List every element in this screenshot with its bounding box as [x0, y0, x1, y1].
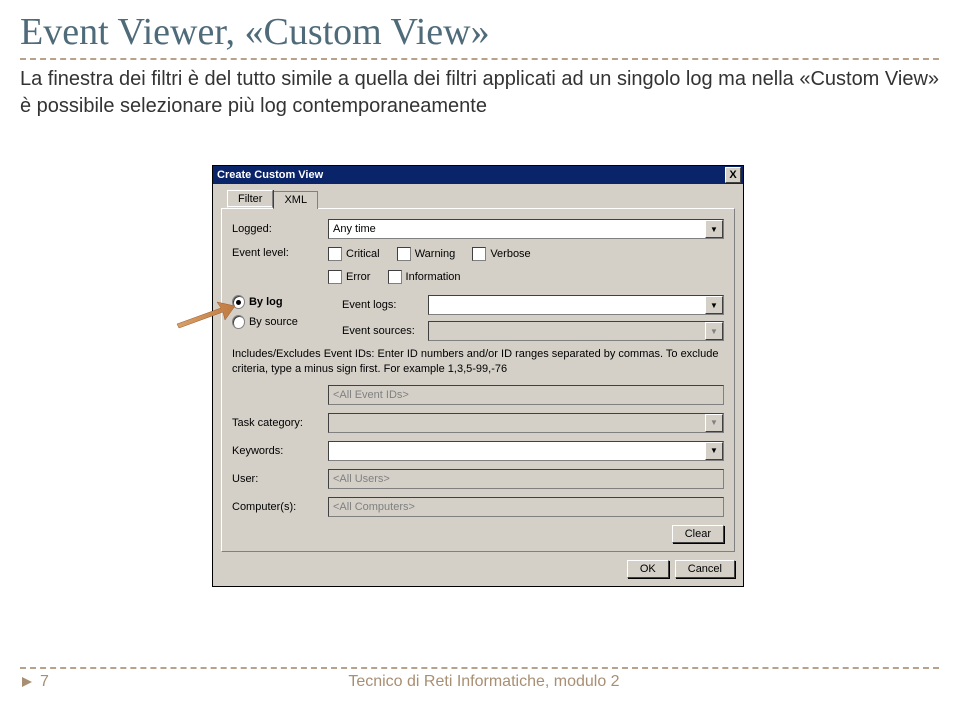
tab-filter[interactable]: Filter — [227, 190, 273, 208]
checkbox-icon — [328, 270, 342, 284]
event-ids-input[interactable]: <All Event IDs> — [328, 385, 724, 405]
computers-placeholder: <All Computers> — [333, 501, 415, 513]
by-source-label: By source — [249, 316, 322, 328]
footer-divider — [20, 667, 939, 669]
close-button[interactable]: X — [725, 167, 741, 183]
critical-checkbox-item[interactable]: Critical — [328, 247, 380, 261]
error-label: Error — [346, 271, 370, 283]
dialog-title: Create Custom View — [217, 169, 323, 181]
slide-description: La finestra dei filtri è del tutto simil… — [20, 66, 939, 120]
event-sources-label: Event sources: — [342, 325, 422, 337]
checkbox-icon — [472, 247, 486, 261]
dialog-titlebar[interactable]: Create Custom View X — [213, 166, 743, 184]
by-log-radio[interactable]: By log — [232, 295, 322, 309]
chevron-down-icon: ▼ — [705, 220, 723, 238]
event-level-label: Event level: — [232, 247, 322, 259]
warning-label: Warning — [415, 248, 456, 260]
chevron-down-icon: ▼ — [705, 442, 723, 460]
warning-checkbox-item[interactable]: Warning — [397, 247, 456, 261]
slide-title: Event Viewer, «Custom View» — [20, 10, 959, 54]
checkbox-icon — [388, 270, 402, 284]
event-ids-help: Includes/Excludes Event IDs: Enter ID nu… — [232, 347, 724, 377]
chevron-down-icon: ▼ — [705, 414, 723, 432]
user-label: User: — [232, 473, 322, 485]
checkbox-icon — [328, 247, 342, 261]
keywords-dropdown[interactable]: ▼ — [328, 441, 724, 461]
tab-strip: Filter XML — [213, 184, 743, 208]
computers-input[interactable]: <All Computers> — [328, 497, 724, 517]
logged-value: Any time — [333, 223, 376, 235]
by-log-label: By log — [249, 296, 322, 308]
ok-button[interactable]: OK — [627, 560, 669, 578]
user-placeholder: <All Users> — [333, 473, 390, 485]
tab-xml[interactable]: XML — [273, 191, 318, 209]
information-checkbox-item[interactable]: Information — [388, 270, 461, 284]
error-checkbox-item[interactable]: Error — [328, 270, 370, 284]
radio-icon — [232, 315, 245, 329]
task-category-label: Task category: — [232, 417, 322, 429]
cancel-button[interactable]: Cancel — [675, 560, 735, 578]
radio-icon — [232, 295, 245, 309]
triangle-icon — [20, 675, 34, 689]
information-label: Information — [406, 271, 461, 283]
logged-dropdown[interactable]: Any time ▼ — [328, 219, 724, 239]
checkbox-icon — [397, 247, 411, 261]
user-input[interactable]: <All Users> — [328, 469, 724, 489]
logged-label: Logged: — [232, 223, 322, 235]
critical-label: Critical — [346, 248, 380, 260]
verbose-label: Verbose — [490, 248, 530, 260]
close-icon: X — [729, 170, 736, 181]
clear-button[interactable]: Clear — [672, 525, 724, 543]
title-divider — [20, 58, 939, 60]
footer-text: Tecnico di Reti Informatiche, modulo 2 — [348, 673, 619, 691]
by-source-radio[interactable]: By source — [232, 315, 322, 329]
event-logs-dropdown[interactable]: ▼ — [428, 295, 724, 315]
event-sources-dropdown[interactable]: ▼ — [428, 321, 724, 341]
filter-panel: Logged: Any time ▼ Event level: Critical… — [221, 208, 735, 552]
slide-footer: 7 Tecnico di Reti Informatiche, modulo 2 — [20, 667, 939, 691]
keywords-label: Keywords: — [232, 445, 322, 457]
chevron-down-icon: ▼ — [705, 296, 723, 314]
computers-label: Computer(s): — [232, 501, 322, 513]
create-custom-view-dialog: Create Custom View X Filter XML Logged: … — [212, 165, 744, 587]
verbose-checkbox-item[interactable]: Verbose — [472, 247, 530, 261]
page-number: 7 — [40, 673, 49, 691]
event-logs-label: Event logs: — [342, 299, 422, 311]
event-ids-placeholder: <All Event IDs> — [333, 389, 409, 401]
task-category-dropdown[interactable]: ▼ — [328, 413, 724, 433]
chevron-down-icon: ▼ — [705, 322, 723, 340]
